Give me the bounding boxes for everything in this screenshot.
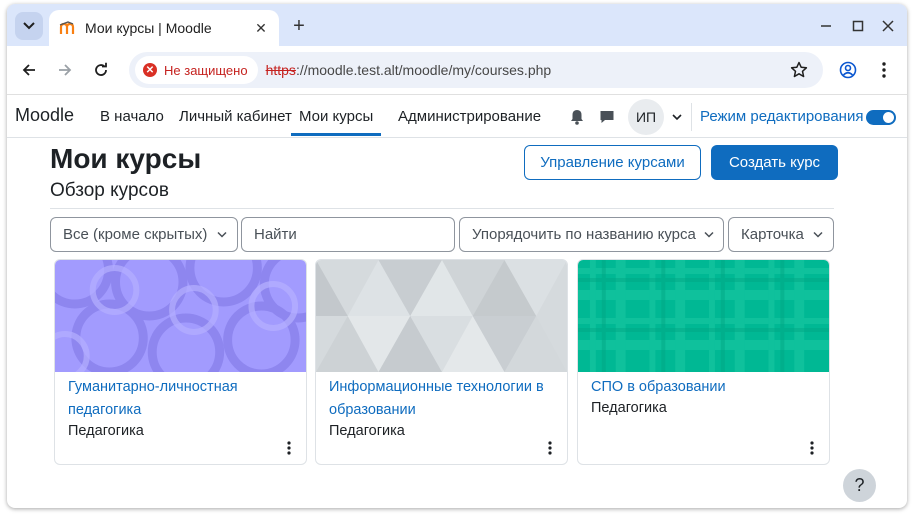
tab-search-button[interactable] bbox=[15, 12, 43, 40]
course-name-link[interactable]: Информационные технологии в образовании bbox=[329, 376, 554, 422]
sort-value: Упорядочить по названию курса bbox=[472, 226, 696, 243]
course-category: Педагогика bbox=[68, 423, 144, 439]
help-button[interactable]: ? bbox=[843, 469, 876, 502]
course-menu-icon[interactable] bbox=[805, 440, 819, 456]
search-input[interactable]: Найти bbox=[241, 217, 455, 252]
nav-admin[interactable]: Администрирование bbox=[398, 108, 541, 125]
window-close-icon[interactable] bbox=[873, 12, 903, 40]
browser-window: Мои курсы | Moodle ✕ + ✕ Не защищено htt… bbox=[7, 4, 907, 508]
maximize-icon[interactable] bbox=[843, 12, 873, 40]
edit-mode-label: Режим редактирования bbox=[700, 108, 864, 125]
warning-icon: ✕ bbox=[143, 63, 157, 77]
grouping-dropdown[interactable]: Все (кроме скрытых) bbox=[50, 217, 238, 252]
course-image[interactable] bbox=[316, 260, 567, 372]
new-tab-button[interactable]: + bbox=[287, 14, 311, 38]
moodle-favicon-icon bbox=[59, 20, 77, 36]
header-divider bbox=[50, 208, 834, 209]
chevron-down-icon bbox=[217, 230, 227, 240]
chevron-down-icon[interactable] bbox=[668, 108, 686, 126]
grouping-value: Все (кроме скрытых) bbox=[63, 226, 208, 243]
manage-courses-button[interactable]: Управление курсами bbox=[524, 145, 701, 180]
tab-search-icon bbox=[23, 22, 35, 30]
address-bar[interactable]: ✕ Не защищено https://moodle.test.alt/mo… bbox=[129, 52, 823, 88]
course-menu-icon[interactable] bbox=[282, 440, 296, 456]
close-icon[interactable]: ✕ bbox=[253, 20, 269, 37]
chevron-down-icon bbox=[704, 230, 714, 240]
back-icon[interactable] bbox=[15, 56, 43, 84]
navbar-divider bbox=[691, 103, 692, 131]
course-image[interactable] bbox=[578, 260, 829, 372]
create-course-button[interactable]: Создать курс bbox=[711, 145, 838, 180]
url-rest: ://moodle.test.alt/moodle/my/courses.php bbox=[295, 62, 552, 78]
course-name-link[interactable]: Гуманитарно-личностная педагогика bbox=[68, 376, 293, 422]
view-value: Карточка bbox=[741, 226, 804, 243]
page-title: Мои курсы bbox=[50, 143, 202, 174]
search-placeholder: Найти bbox=[254, 226, 297, 243]
tab-title: Мои курсы | Moodle bbox=[85, 20, 212, 36]
tab-strip: Мои курсы | Moodle ✕ + bbox=[7, 4, 907, 46]
security-chip[interactable]: ✕ Не защищено bbox=[135, 56, 258, 84]
star-icon[interactable] bbox=[789, 60, 809, 80]
course-card[interactable]: СПО в образовании Педагогика bbox=[577, 259, 830, 465]
browser-toolbar: ✕ Не защищено https://moodle.test.alt/mo… bbox=[7, 46, 907, 94]
avatar[interactable]: ИП bbox=[628, 99, 664, 135]
course-category: Педагогика bbox=[591, 400, 667, 416]
profile-icon[interactable] bbox=[834, 56, 862, 84]
nav-home[interactable]: В начало bbox=[100, 108, 164, 125]
site-brand[interactable]: Moodle bbox=[15, 105, 74, 126]
toggle-knob bbox=[883, 112, 894, 123]
courses-overview-heading: Обзор курсов bbox=[50, 180, 169, 201]
minimize-icon[interactable] bbox=[811, 12, 841, 40]
bell-icon[interactable] bbox=[568, 108, 586, 126]
messages-icon[interactable] bbox=[598, 108, 616, 126]
url-scheme: https bbox=[265, 62, 296, 78]
browser-tab[interactable]: Мои курсы | Moodle ✕ bbox=[49, 10, 279, 46]
course-category: Педагогика bbox=[329, 423, 405, 439]
nav-dashboard[interactable]: Личный кабинет bbox=[179, 108, 292, 125]
more-vert-icon[interactable] bbox=[870, 56, 898, 84]
course-menu-icon[interactable] bbox=[543, 440, 557, 456]
chevron-down-icon bbox=[813, 230, 823, 240]
view-dropdown[interactable]: Карточка bbox=[728, 217, 834, 252]
forward-icon[interactable] bbox=[51, 56, 79, 84]
moodle-navbar: Moodle В начало Личный кабинет Мои курсы… bbox=[7, 94, 907, 138]
edit-mode-toggle[interactable] bbox=[866, 110, 896, 125]
security-label: Не защищено bbox=[164, 62, 248, 78]
course-image[interactable] bbox=[55, 260, 306, 372]
course-name-link[interactable]: СПО в образовании bbox=[591, 376, 816, 399]
course-card[interactable]: Информационные технологии в образовании … bbox=[315, 259, 568, 465]
url-text[interactable]: https://moodle.test.alt/moodle/my/course… bbox=[266, 62, 552, 78]
course-card[interactable]: Гуманитарно-личностная педагогика Педаго… bbox=[54, 259, 307, 465]
reload-icon[interactable] bbox=[87, 56, 115, 84]
nav-my-courses[interactable]: Мои курсы bbox=[291, 108, 382, 136]
sort-dropdown[interactable]: Упорядочить по названию курса bbox=[459, 217, 724, 252]
